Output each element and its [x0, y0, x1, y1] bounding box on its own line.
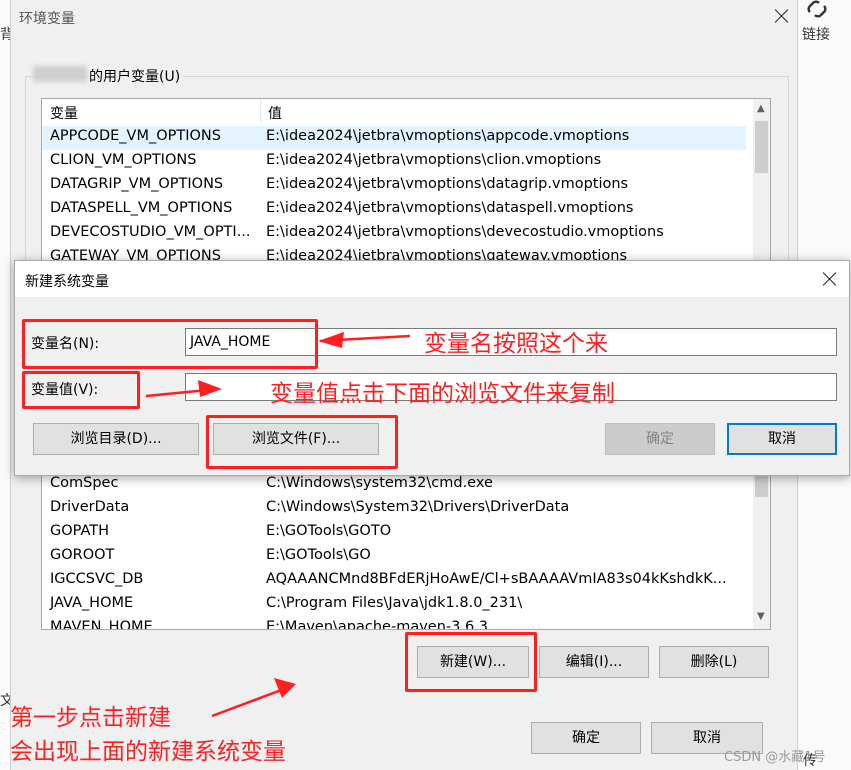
annotation-step-line-1: 第一步点击新建	[10, 705, 171, 731]
watermark: CSDN @水藏1号	[724, 750, 826, 765]
annotation-name-hint: 变量名按照这个来	[424, 331, 608, 357]
annotation-value-hint: 变量值点击下面的浏览文件来复制	[270, 381, 615, 407]
annotation-step-line-2: 会出现上面的新建系统变量	[10, 739, 286, 765]
